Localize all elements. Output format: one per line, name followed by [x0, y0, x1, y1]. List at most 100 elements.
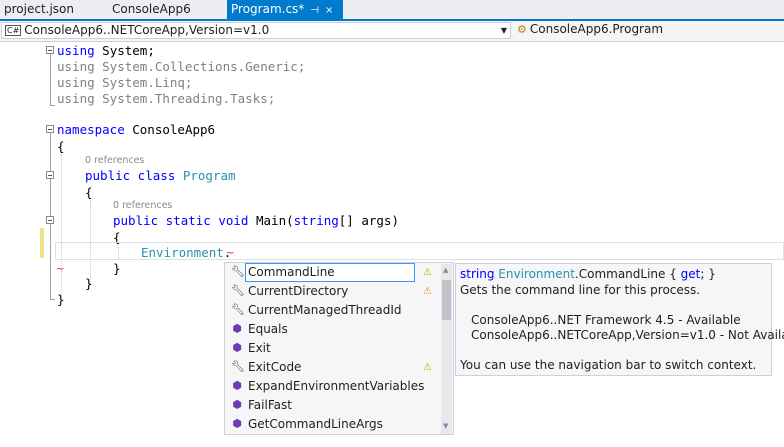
wrench-icon: 🔧︎ [231, 284, 245, 297]
codelens-references[interactable]: 0 references [85, 155, 144, 166]
keyword: string [460, 267, 495, 281]
code-line-brace: { [85, 185, 93, 200]
scrollbar-thumb[interactable] [442, 280, 451, 320]
collapse-icon[interactable] [46, 46, 54, 54]
type-name: Program [182, 168, 236, 183]
type-dropdown[interactable]: ⚙ ConsoleApp6.Program [514, 22, 784, 39]
completion-item[interactable]: ⬢ Equals [225, 320, 443, 339]
keyword: public static void [113, 213, 249, 228]
code-text: ; } [700, 267, 716, 281]
completion-item[interactable]: 🔧︎ CurrentManagedThreadId [225, 301, 443, 320]
keyword: using [57, 43, 95, 58]
error-squiggle: ~ [226, 248, 235, 259]
code-line-method: public static void Main(string[] args) [113, 213, 399, 228]
tooltip-hint: You can use the navigation bar to switch… [460, 358, 757, 372]
outline-line [50, 54, 51, 106]
change-indicator [40, 228, 44, 258]
wrench-icon: 🔧︎ [231, 303, 245, 316]
code-line-brace: } [113, 261, 121, 276]
completion-item[interactable]: 🔧︎ CommandLine ⚠ [225, 263, 443, 282]
tab-label: project.json [4, 2, 74, 16]
quick-info-tooltip: string Environment.CommandLine { get; } … [455, 263, 784, 376]
tooltip-description: Gets the command line for this process. [460, 283, 701, 297]
code-line-namespace: namespace ConsoleApp6 [57, 122, 215, 137]
tab-consoleapp6[interactable]: ConsoleApp6 [108, 0, 226, 19]
completion-item-label: CommandLine [245, 263, 415, 282]
wrench-icon: 🔧︎ [231, 360, 245, 373]
scroll-up-icon[interactable]: ▲ [443, 266, 448, 274]
document-tab-strip: project.json ConsoleApp6 Program.cs* ⊣ × [0, 0, 784, 21]
chevron-down-icon: ▼ [500, 26, 507, 35]
navigation-bar: C# ConsoleApp6..NETCoreApp,Version=v1.0 ▼… [0, 21, 784, 42]
completion-item-label: ExpandEnvironmentVariables [248, 379, 425, 393]
project-context-dropdown[interactable]: C# ConsoleApp6..NETCoreApp,Version=v1.0 ▼ [1, 22, 511, 39]
code-line-brace: { [57, 139, 65, 154]
tooltip-signature: string Environment.CommandLine { get; } [460, 267, 716, 281]
method-cube-icon: ⬢ [232, 341, 242, 354]
indent-guide [118, 245, 119, 260]
completion-item[interactable]: ⬢ GetCommandLineArgs [225, 415, 443, 434]
completion-item[interactable]: 🔧︎ ExitCode ⚠ [225, 358, 443, 377]
warning-icon: ⚠ [423, 267, 432, 278]
tab-label: Program.cs* [231, 2, 305, 16]
code-line-brace: } [85, 276, 93, 291]
code-text: System; [94, 43, 155, 58]
completion-item[interactable]: ⬢ ExpandEnvironmentVariables [225, 377, 443, 396]
warning-icon: ⚠ [423, 286, 432, 297]
method-cube-icon: ⬢ [232, 322, 242, 335]
tab-program-cs[interactable]: Program.cs* ⊣ × [227, 0, 343, 19]
collapse-icon[interactable] [46, 125, 54, 133]
code-line-using-system: using System; [57, 43, 155, 58]
code-line-using-linq: using System.Linq; [57, 75, 193, 90]
code-text: [] args) [338, 213, 399, 228]
completion-item-label: Exit [248, 341, 271, 355]
code-line-using-tasks: using System.Threading.Tasks; [57, 91, 276, 106]
completion-item-label: FailFast [248, 398, 292, 412]
code-line-environment: Environment. [141, 245, 231, 260]
type-name: Environment [498, 267, 575, 281]
method-cube-icon: ⬢ [232, 398, 242, 411]
collapse-icon[interactable] [46, 171, 54, 179]
code-text: ConsoleApp6 [124, 122, 216, 137]
codelens-references[interactable]: 0 references [113, 200, 172, 211]
wrench-icon: 🔧︎ [231, 265, 245, 278]
outline-line [50, 299, 55, 300]
completion-item[interactable]: 🔧︎ CurrentDirectory ⚠ [225, 282, 443, 301]
method-cube-icon: ⬢ [232, 379, 242, 392]
tooltip-availability: ConsoleApp6..NETCoreApp,Version=v1.0 - N… [471, 328, 784, 342]
scroll-down-icon[interactable]: ▼ [443, 422, 448, 430]
error-squiggle: ~ [56, 264, 65, 275]
completion-item-label: GetCommandLineArgs [248, 417, 383, 431]
completion-item-label: ExitCode [248, 360, 302, 374]
warning-icon: ⚠ [423, 362, 432, 373]
type-name: Environment [141, 245, 224, 260]
keyword: get [680, 267, 701, 281]
project-context-label: ConsoleApp6..NETCoreApp,Version=v1.0 [24, 23, 270, 37]
completion-item-label: CurrentDirectory [248, 284, 349, 298]
code-line-using-generic: using System.Collections.Generic; [57, 59, 306, 74]
tab-label: ConsoleApp6 [112, 2, 191, 16]
keyword: namespace [57, 122, 125, 137]
method-cube-icon: ⬢ [232, 417, 242, 430]
tooltip-availability: ConsoleApp6..NET Framework 4.5 - Availab… [471, 313, 741, 327]
csharp-project-icon: C# [5, 25, 22, 36]
completion-item[interactable]: ⬢ FailFast [225, 396, 443, 415]
code-line-class: public class Program [85, 168, 236, 183]
code-text: .CommandLine { [574, 267, 681, 281]
code-text: Main( [248, 213, 294, 228]
close-icon[interactable]: × [325, 1, 333, 20]
outline-line [50, 105, 55, 106]
collapse-icon[interactable] [46, 216, 54, 224]
keyword: string [293, 213, 339, 228]
completion-item-label: Equals [248, 322, 288, 336]
keyword: public class [85, 168, 176, 183]
intellisense-completion-list[interactable]: 🔧︎ CommandLine ⚠ 🔧︎ CurrentDirectory ⚠ 🔧… [224, 262, 454, 435]
completion-scrollbar[interactable]: ▲ ▼ [441, 264, 452, 434]
class-icon: ⚙ [517, 23, 527, 36]
code-line-brace: } [57, 292, 65, 307]
tab-project-json[interactable]: project.json [0, 0, 109, 19]
pin-icon[interactable]: ⊣ [310, 1, 319, 20]
completion-item-label: CurrentManagedThreadId [248, 303, 402, 317]
type-dropdown-label: ConsoleApp6.Program [529, 22, 664, 36]
completion-item[interactable]: ⬢ Exit [225, 339, 443, 358]
